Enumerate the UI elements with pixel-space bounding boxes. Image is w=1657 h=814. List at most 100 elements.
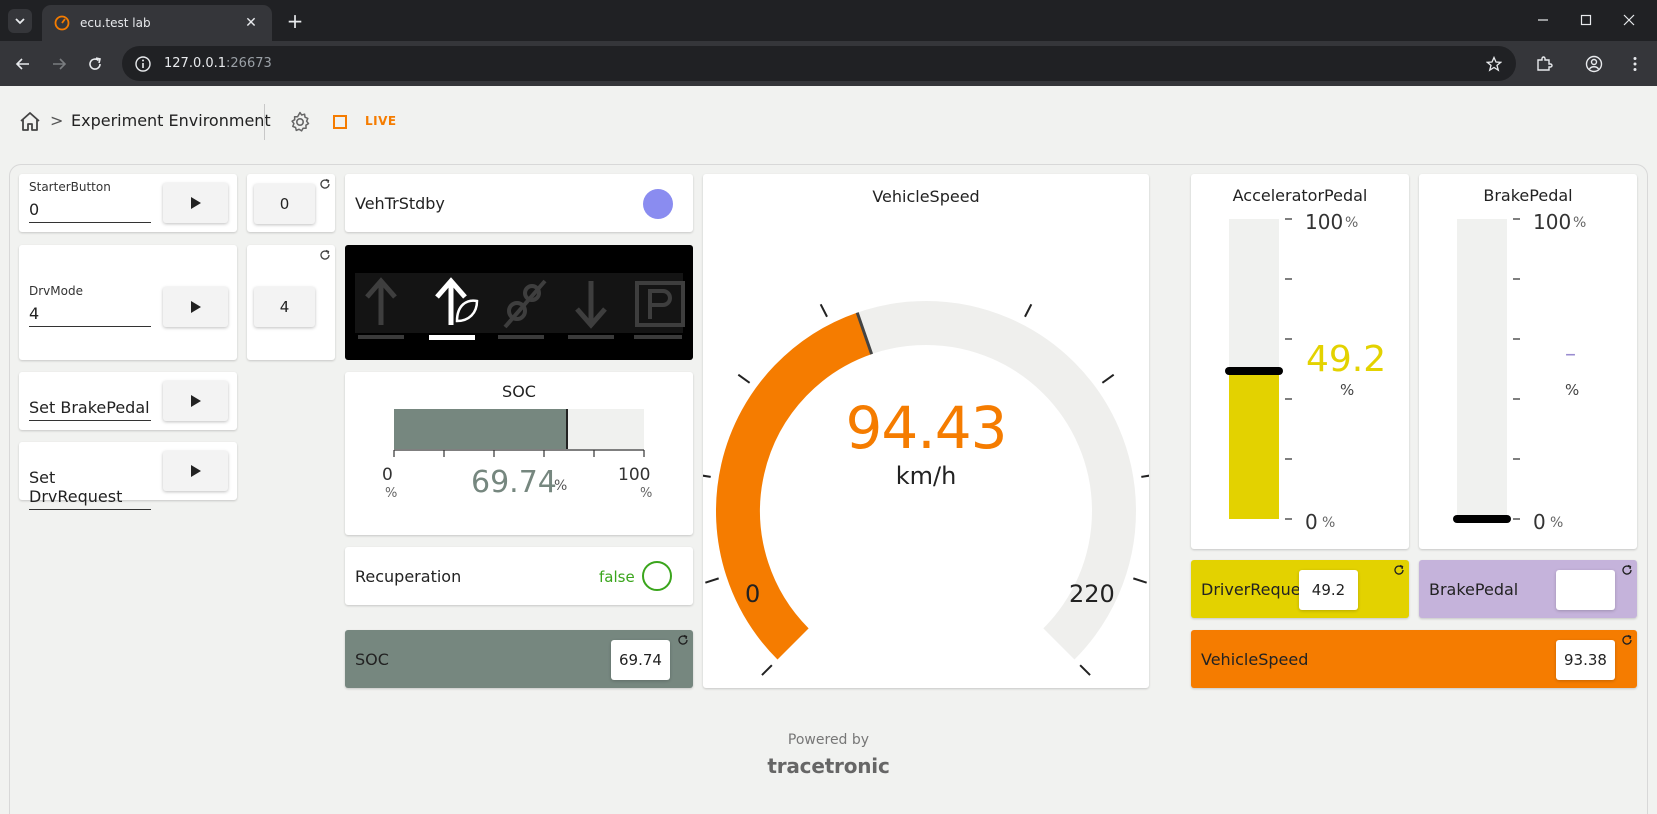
brakepedal-track [1453,219,1511,523]
vehtrstdby-led [643,189,673,219]
mode-indicator-bar [498,335,544,339]
live-label: LIVE [365,114,397,128]
address-bar[interactable]: 127.0.0.1:26673 [122,46,1516,81]
close-window-button[interactable] [1609,8,1649,32]
brakepedal-min: 0 [1533,510,1546,534]
drvmode-output-card: 4 [247,245,335,360]
home-icon[interactable] [18,110,42,134]
gauge-tick [705,577,719,584]
acceleratorpedal-fill [1229,371,1279,519]
info-icon[interactable] [134,55,152,73]
refresh-icon[interactable] [1621,564,1633,576]
tab-search-button[interactable] [8,9,32,33]
brakepedal-ticks [1513,218,1520,520]
drvmode-output-value: 4 [254,287,315,327]
profile-button[interactable] [1581,51,1607,77]
play-icon [190,465,201,477]
brakepedal-card: BrakePedal 100 % 0 % – % [1419,174,1637,549]
tracetronic-logo: tracetronic [767,754,890,778]
refresh-icon[interactable] [319,249,331,261]
refresh-icon[interactable] [677,634,689,646]
drvmode-input[interactable]: 4 [29,304,151,327]
acceleratorpedal-value: 49.2 [1306,339,1387,380]
new-tab-button[interactable]: + [282,8,308,34]
acceleratorpedal-ticks [1285,218,1292,520]
browser-menu-button[interactable] [1622,51,1648,77]
brakepedal-min-unit: % [1550,515,1564,531]
soc-scale-ticks [393,449,645,457]
star-icon [1486,56,1502,72]
acceleratorpedal-value-unit: % [1340,381,1355,399]
stop-icon[interactable] [333,115,347,129]
refresh-icon[interactable] [1393,564,1405,576]
starterbutton-input-card: StarterButton 0 [19,174,237,232]
close-icon [1623,14,1635,26]
browser-tab[interactable]: ecu.test lab ✕ [42,5,272,41]
gauge-tick [1079,664,1091,676]
more-vert-icon [1633,57,1637,71]
soc-value: 69.74 [471,465,557,500]
set-drvrequest-card: Set DrvRequest [19,442,237,510]
acceleratorpedal-max-unit: % [1345,215,1359,231]
mode-indicator-bar [568,335,614,339]
reload-icon [89,57,101,70]
brakepedal-value-unit: % [1565,381,1580,399]
play-icon [190,395,201,407]
mode-indicator-bar-active [429,335,475,340]
drvmode-input-card: DrvMode 4 [19,245,237,360]
brakepedal-title: BrakePedal [1483,186,1573,205]
brakepedal-output-label: BrakePedal [1429,580,1519,599]
url-text: 127.0.0.1:26673 [164,56,272,71]
browser-tabstrip: ecu.test lab ✕ + [0,0,1657,41]
play-icon [190,197,201,209]
starterbutton-output-value: 0 [254,184,315,224]
set-drvrequest-send-button[interactable] [163,451,228,491]
minimize-button[interactable] [1523,8,1563,32]
soc-output-value: 69.74 [611,640,670,680]
arrow-right-icon [53,58,67,70]
tab-title: ecu.test lab [80,16,151,30]
gauge-max-label: 220 [1069,580,1115,608]
refresh-icon[interactable] [1621,634,1633,646]
breadcrumb-title: Experiment Environment [71,111,271,130]
brakepedal-output-card: BrakePedal [1419,560,1637,618]
mode-indicator-bar [358,335,404,339]
set-drvrequest-input[interactable]: Set DrvRequest [29,468,151,510]
soc-min-unit: % [385,486,398,501]
powered-by-label: Powered by [787,732,870,748]
reload-button[interactable] [82,51,108,77]
forward-button[interactable] [46,51,72,77]
gauge-tick [737,373,751,384]
gauge-tick [1101,373,1115,384]
soc-max: 100 [618,465,651,485]
vehiclespeed-unit: km/h [895,462,957,490]
drive-mode-icon-panel [345,245,693,360]
refresh-icon[interactable] [319,178,331,190]
starterbutton-input[interactable]: 0 [29,200,151,223]
drvmode-send-button[interactable] [163,287,228,327]
recuperation-led [642,561,672,591]
app-header: > Experiment Environment LIVE [0,86,1657,156]
brakepedal-value: – [1565,342,1576,367]
breadcrumb-separator: > [50,111,64,130]
soc-bar-fill [394,409,569,449]
brakepedal-output-value [1556,570,1615,610]
close-tab-icon[interactable]: ✕ [242,15,260,31]
back-button[interactable] [10,51,36,77]
starterbutton-send-button[interactable] [163,183,228,223]
bookmark-button[interactable] [1481,51,1507,77]
mode-indicator-bar [634,335,682,339]
vehiclespeed-output-label: VehicleSpeed [1201,650,1309,669]
url-host: 127.0.0.1 [164,56,227,71]
browser-toolbar: 127.0.0.1:26673 [0,41,1657,86]
account-icon [1585,55,1603,73]
set-brakepedal-input[interactable]: Set BrakePedal [29,398,151,421]
set-brakepedal-send-button[interactable] [163,381,228,421]
gear-icon[interactable] [288,110,312,134]
ecutest-favicon-icon [54,15,70,31]
vehiclespeed-output-value: 93.38 [1556,640,1615,680]
brakepedal-max: 100 [1533,210,1572,234]
extensions-button[interactable] [1531,51,1557,77]
maximize-button[interactable] [1566,8,1606,32]
acceleratorpedal-min-unit: % [1322,515,1336,531]
